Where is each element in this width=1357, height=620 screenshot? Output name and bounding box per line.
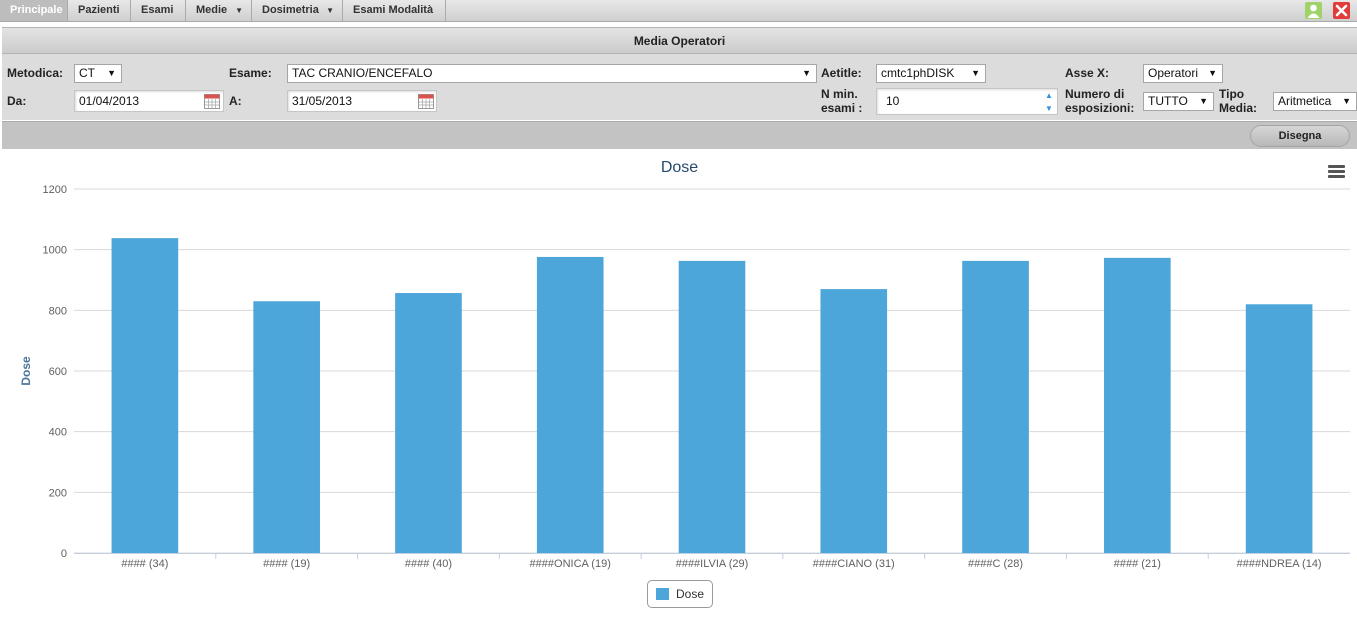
aetitle-label: Aetitle: xyxy=(821,66,862,80)
da-date-field[interactable]: 01/04/2013 xyxy=(74,90,224,112)
action-bar: Disegna xyxy=(2,121,1357,149)
x-tick-label: ####C (28) xyxy=(968,558,1023,570)
x-tick-label: ####ILVIA (29) xyxy=(676,558,749,570)
chevron-down-icon: ▼ xyxy=(802,68,811,78)
n-min-label-2: esami : xyxy=(821,101,863,115)
calendar-icon[interactable] xyxy=(204,93,220,109)
number-stepper[interactable]: ▲ ▼ xyxy=(1042,89,1056,115)
bar[interactable] xyxy=(820,289,888,553)
menu-pazienti[interactable]: Pazienti xyxy=(68,0,131,21)
bar[interactable] xyxy=(962,260,1029,553)
numero-esposizioni-label-2: esposizioni: xyxy=(1065,101,1135,115)
asse-x-label: Asse X: xyxy=(1065,66,1110,80)
arrow-down-icon[interactable]: ▼ xyxy=(1042,102,1056,115)
chevron-down-icon: ▼ xyxy=(235,6,243,15)
bar[interactable] xyxy=(395,293,462,553)
x-tick-label: ####NDREA (14) xyxy=(1237,558,1322,570)
n-min-esami-field[interactable]: 10 xyxy=(876,88,1058,115)
arrow-up-icon[interactable]: ▲ xyxy=(1042,89,1056,102)
y-tick-label: 600 xyxy=(49,366,67,378)
x-tick-label: ####CIANO (31) xyxy=(813,558,895,570)
menu-principale[interactable]: Principale xyxy=(0,0,68,21)
user-icon[interactable] xyxy=(1305,2,1322,19)
disegna-button[interactable]: Disegna xyxy=(1250,125,1350,147)
x-tick-label: #### (40) xyxy=(405,558,452,570)
bar[interactable] xyxy=(1104,257,1171,553)
tipo-media-label-1: Tipo xyxy=(1219,87,1245,101)
x-tick-label: #### (21) xyxy=(1114,558,1161,570)
menu-medie[interactable]: Medie ▼ xyxy=(186,0,252,21)
legend-swatch xyxy=(656,588,669,600)
filter-form: Metodica: CT ▼ Esame: TAC CRANIO/ENCEFALO… xyxy=(2,54,1357,120)
numero-esposizioni-select[interactable]: TUTTO ▼ xyxy=(1143,92,1214,111)
y-tick-label: 1000 xyxy=(43,245,67,257)
menu-esami[interactable]: Esami xyxy=(131,0,186,21)
bar[interactable] xyxy=(253,301,320,553)
y-tick-label: 1200 xyxy=(43,184,67,196)
x-tick-label: #### (19) xyxy=(263,558,310,570)
chevron-down-icon: ▼ xyxy=(326,6,334,15)
x-tick-label: #### (34) xyxy=(121,558,168,570)
chevron-down-icon: ▼ xyxy=(1199,96,1208,106)
menu-dosimetria[interactable]: Dosimetria ▼ xyxy=(252,0,343,21)
x-tick-label: ####ONICA (19) xyxy=(530,558,611,570)
calendar-icon[interactable] xyxy=(418,93,434,109)
metodica-label: Metodica: xyxy=(7,66,64,80)
bar[interactable] xyxy=(111,238,179,553)
bar[interactable] xyxy=(536,256,604,553)
bar[interactable] xyxy=(678,260,746,553)
metodica-select[interactable]: CT ▼ xyxy=(74,64,122,83)
chevron-down-icon: ▼ xyxy=(971,68,980,78)
da-label: Da: xyxy=(7,94,27,108)
bar-chart: 0 200 400 600 800 1000 1200 Dose #### (34) #### (… xyxy=(19,184,1350,570)
tipo-media-label-2: Media: xyxy=(1219,101,1258,115)
chevron-down-icon: ▼ xyxy=(1342,96,1351,106)
y-axis-title: Dose xyxy=(19,356,33,386)
close-icon[interactable] xyxy=(1333,2,1350,19)
menu-esami-modalita[interactable]: Esami Modalità xyxy=(343,0,446,21)
bar[interactable] xyxy=(1245,304,1313,553)
chevron-down-icon: ▼ xyxy=(107,68,116,78)
legend-label: Dose xyxy=(676,587,705,601)
esame-label: Esame: xyxy=(229,66,272,80)
a-date-field[interactable]: 31/05/2013 xyxy=(287,90,437,112)
tipo-media-select[interactable]: Aritmetica ▼ xyxy=(1273,92,1357,111)
legend-item-dose[interactable]: Dose xyxy=(647,580,713,608)
y-tick-label: 800 xyxy=(49,305,67,317)
a-label: A: xyxy=(229,94,242,108)
chart-container: Dose 0 200 400 600 800 1000 1200 Dose #### (34) #… xyxy=(2,150,1357,620)
chevron-down-icon: ▼ xyxy=(1208,68,1217,78)
menu-bar: Principale Pazienti Esami Medie ▼ Dosimet… xyxy=(0,0,1357,22)
asse-x-select[interactable]: Operatori ▼ xyxy=(1143,64,1223,83)
esame-select[interactable]: TAC CRANIO/ENCEFALO ▼ xyxy=(287,64,817,83)
numero-esposizioni-label-1: Numero di xyxy=(1065,87,1125,101)
n-min-label-1: N min. xyxy=(821,87,858,101)
aetitle-select[interactable]: cmtc1phDISK ▼ xyxy=(876,64,986,83)
y-tick-label: 200 xyxy=(49,487,67,499)
y-tick-label: 400 xyxy=(49,427,67,439)
panel-title: Media Operatori xyxy=(2,27,1357,54)
y-tick-label: 0 xyxy=(61,548,67,560)
